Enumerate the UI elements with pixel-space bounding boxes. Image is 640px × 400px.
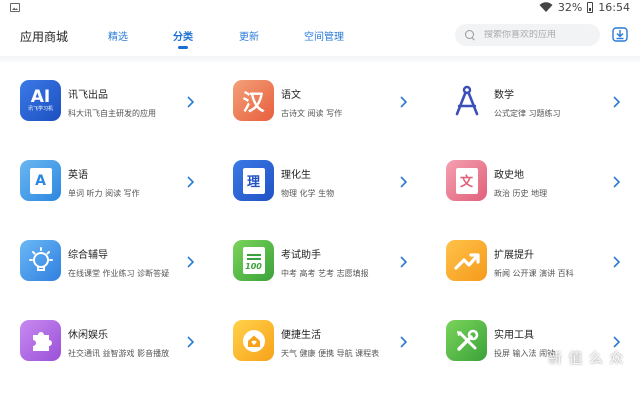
category-tutoring[interactable]: 综合辅导 在线课堂 作业练习 诊断答疑 bbox=[0, 222, 213, 302]
category-xunfei[interactable]: AI 讯飞学习机 讯飞出品 科大讯飞自主研发的应用 bbox=[0, 62, 213, 142]
english-book-icon: A bbox=[20, 160, 61, 201]
category-name: 考试助手 bbox=[281, 250, 321, 261]
category-tools[interactable]: 实用工具 投屏 输入法 闹钟 bbox=[426, 302, 639, 382]
category-grid: AI 讯飞学习机 讯飞出品 科大讯飞自主研发的应用 汉 语文 古诗文 阅读 写作… bbox=[0, 62, 640, 400]
category-desc: 科大讯飞自主研发的应用 bbox=[68, 109, 156, 118]
category-desc: 中考 高考 艺考 志愿填报 bbox=[281, 269, 369, 278]
wifi-icon bbox=[539, 2, 553, 13]
search-input[interactable] bbox=[484, 30, 594, 40]
category-entertainment[interactable]: 休闲娱乐 社交通讯 益智游戏 影音播放 bbox=[0, 302, 213, 382]
category-name: 休闲娱乐 bbox=[68, 330, 108, 341]
puzzle-icon bbox=[20, 320, 61, 361]
chevron-right-icon bbox=[400, 176, 408, 188]
tab-featured[interactable]: 精选 bbox=[108, 28, 128, 43]
category-desc: 古诗文 阅读 写作 bbox=[281, 109, 343, 118]
category-name: 数学 bbox=[494, 90, 514, 101]
category-chinese[interactable]: 汉 语文 古诗文 阅读 写作 bbox=[213, 62, 426, 142]
category-desc: 社交通讯 益智游戏 影音播放 bbox=[68, 349, 170, 358]
category-exam[interactable]: 100 考试助手 中考 高考 艺考 志愿填报 bbox=[213, 222, 426, 302]
chevron-right-icon bbox=[613, 256, 621, 268]
chevron-right-icon bbox=[400, 336, 408, 348]
clock: 16:54 bbox=[598, 1, 630, 14]
category-desc: 公式定律 习题练习 bbox=[494, 109, 561, 118]
category-name: 理化生 bbox=[281, 170, 311, 181]
chevron-right-icon bbox=[400, 256, 408, 268]
chevron-right-icon bbox=[187, 256, 195, 268]
category-name: 讯飞出品 bbox=[68, 90, 108, 101]
battery-icon bbox=[587, 2, 594, 13]
chevron-right-icon bbox=[187, 336, 195, 348]
category-name: 扩展提升 bbox=[494, 250, 534, 261]
category-science[interactable]: 理 理化生 物理 化学 生物 bbox=[213, 142, 426, 222]
category-lifestyle[interactable]: 便捷生活 天气 健康 便携 导航 课程表 bbox=[213, 302, 426, 382]
ai-learning-device-icon: AI 讯飞学习机 bbox=[20, 80, 61, 121]
category-name: 政史地 bbox=[494, 170, 524, 181]
category-enrichment[interactable]: 扩展提升 新闻 公开课 演讲 百科 bbox=[426, 222, 639, 302]
category-english[interactable]: A 英语 单词 听力 阅读 写作 bbox=[0, 142, 213, 222]
chevron-right-icon bbox=[613, 96, 621, 108]
tab-categories[interactable]: 分类 bbox=[173, 28, 193, 43]
watermark: 新 值 么 众 bbox=[548, 351, 625, 367]
category-desc: 政治 历史 地理 bbox=[494, 189, 548, 198]
battery-percent: 32% bbox=[557, 1, 583, 14]
category-desc: 天气 健康 便携 导航 课程表 bbox=[281, 349, 380, 358]
category-desc: 物理 化学 生物 bbox=[281, 189, 335, 198]
trend-up-icon bbox=[446, 240, 487, 281]
chevron-right-icon bbox=[187, 96, 195, 108]
category-humanities[interactable]: 文 政史地 政治 历史 地理 bbox=[426, 142, 639, 222]
chevron-right-icon bbox=[613, 176, 621, 188]
tools-icon bbox=[446, 320, 487, 361]
search-box[interactable] bbox=[455, 24, 600, 46]
compass-icon bbox=[446, 80, 487, 121]
category-desc: 在线课堂 作业练习 诊断答疑 bbox=[68, 269, 170, 278]
status-bar: 32% 16:54 bbox=[0, 0, 640, 16]
tab-updates[interactable]: 更新 bbox=[239, 28, 259, 43]
gallery-notification-icon bbox=[10, 3, 20, 12]
science-book-icon: 理 bbox=[233, 160, 274, 201]
app-header: 应用商城 精选 分类 更新 空间管理 bbox=[0, 16, 640, 56]
category-desc: 单词 听力 阅读 写作 bbox=[68, 189, 140, 198]
category-name: 综合辅导 bbox=[68, 250, 108, 261]
tab-storage-management[interactable]: 空间管理 bbox=[304, 28, 344, 43]
category-desc: 新闻 公开课 演讲 百科 bbox=[494, 269, 574, 278]
search-icon bbox=[465, 30, 475, 40]
category-name: 语文 bbox=[281, 90, 301, 101]
lightbulb-icon bbox=[20, 240, 61, 281]
category-name: 英语 bbox=[68, 170, 88, 181]
page-title: 应用商城 bbox=[20, 30, 69, 44]
status-right: 32% 16:54 bbox=[539, 1, 630, 14]
download-icon[interactable] bbox=[612, 26, 628, 42]
exam-paper-icon: 100 bbox=[233, 240, 274, 281]
category-name: 便捷生活 bbox=[281, 330, 321, 341]
politics-book-icon: 文 bbox=[446, 160, 487, 201]
category-desc: 投屏 输入法 闹钟 bbox=[494, 349, 556, 358]
chevron-right-icon bbox=[400, 96, 408, 108]
category-math[interactable]: 数学 公式定律 习题练习 bbox=[426, 62, 639, 142]
category-name: 实用工具 bbox=[494, 330, 534, 341]
active-tab-indicator bbox=[178, 46, 188, 49]
chevron-right-icon bbox=[613, 336, 621, 348]
home-heart-icon bbox=[233, 320, 274, 361]
chevron-right-icon bbox=[187, 176, 195, 188]
chinese-character-icon: 汉 bbox=[233, 80, 274, 121]
